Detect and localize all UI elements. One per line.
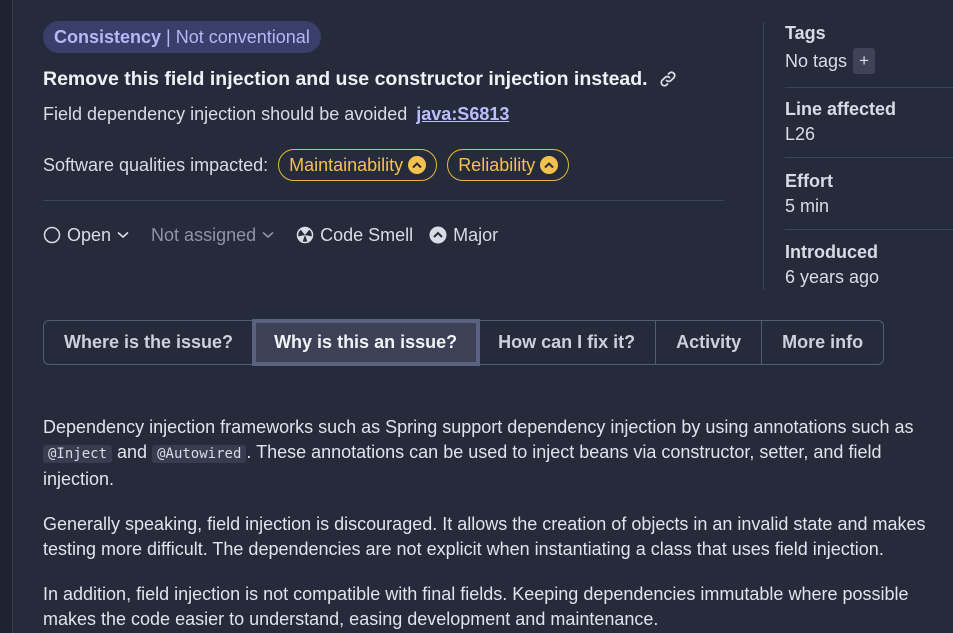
inline-code: @Inject bbox=[43, 445, 113, 463]
effort-value: 5 min bbox=[785, 196, 830, 216]
header-divider bbox=[43, 200, 724, 201]
introduced-heading: Introduced bbox=[785, 242, 878, 262]
line-affected-value: L26 bbox=[785, 124, 816, 144]
assignee-dropdown[interactable]: Not assigned bbox=[151, 225, 280, 246]
rule-description-content: Dependency injection frameworks such as … bbox=[43, 415, 953, 633]
severity-up-icon bbox=[408, 156, 427, 174]
sidebar-separator bbox=[763, 22, 764, 290]
tab-where-is-the-issue[interactable]: Where is the issue? bbox=[44, 321, 255, 364]
sidebar-divider bbox=[785, 229, 953, 230]
status-label: Open bbox=[67, 224, 112, 245]
software-qualities: Software qualities impacted: Maintainabi… bbox=[43, 149, 575, 181]
sidebar-divider bbox=[785, 157, 953, 158]
assignee-label: Not assigned bbox=[151, 224, 257, 245]
rule-text: Field dependency injection should be avo… bbox=[43, 104, 408, 124]
line-affected-heading: Line affected bbox=[785, 99, 897, 119]
quality-pill-maintainability[interactable]: Maintainability bbox=[278, 149, 438, 181]
introduced-section: Introduced 6 years ago bbox=[785, 242, 953, 288]
badge-category: Consistency bbox=[54, 26, 162, 47]
quality-label: Reliability bbox=[458, 154, 536, 175]
tags-value-text: No tags bbox=[785, 50, 848, 71]
chevron-down-icon bbox=[117, 231, 129, 239]
qualities-label: Software qualities impacted: bbox=[43, 154, 269, 175]
badge-separator: | bbox=[166, 26, 171, 47]
badge-attribute: Not conventional bbox=[175, 26, 310, 47]
severity-label: Major bbox=[453, 224, 499, 245]
introduced-value: 6 years ago bbox=[785, 267, 880, 287]
effort-heading: Effort bbox=[785, 171, 833, 191]
chevron-down-icon bbox=[262, 231, 274, 239]
open-status-icon bbox=[43, 226, 61, 244]
quality-pill-reliability[interactable]: Reliability bbox=[447, 149, 570, 181]
type-label: Code Smell bbox=[320, 224, 414, 245]
tab-how-can-i-fix-it[interactable]: How can I fix it? bbox=[478, 321, 657, 364]
issue-severity: Major bbox=[429, 225, 498, 246]
quality-label: Maintainability bbox=[289, 154, 404, 175]
issue-tabs: Where is the issue? Why is this an issue… bbox=[43, 319, 885, 366]
description-paragraph: In addition, field injection is not comp… bbox=[43, 584, 909, 629]
paragraph-text: and bbox=[117, 442, 148, 462]
issue-type: Code Smell bbox=[296, 225, 413, 246]
issue-meta-row: Open Not assigned Code Smell Major bbox=[43, 222, 514, 248]
status-dropdown[interactable]: Open bbox=[43, 225, 135, 246]
rule-description: Field dependency injection should be avo… bbox=[43, 104, 509, 125]
sidebar-divider bbox=[785, 87, 953, 88]
tags-heading: Tags bbox=[785, 23, 826, 43]
issue-title-text: Remove this field injection and use cons… bbox=[43, 67, 648, 90]
tab-more-info[interactable]: More info bbox=[762, 321, 883, 364]
clean-code-attribute-badge: Consistency | Not conventional bbox=[43, 21, 321, 53]
issue-title: Remove this field injection and use cons… bbox=[43, 66, 678, 92]
tab-why-is-this-an-issue[interactable]: Why is this an issue? bbox=[252, 319, 481, 366]
code-smell-icon bbox=[296, 226, 314, 244]
tags-section: Tags No tags + bbox=[785, 23, 953, 74]
permalink-icon[interactable] bbox=[658, 69, 678, 89]
description-paragraph: Generally speaking, field injection is d… bbox=[43, 514, 926, 559]
left-scroll-strip bbox=[0, 0, 13, 633]
paragraph-text: Dependency injection frameworks such as … bbox=[43, 417, 914, 437]
description-paragraph: Dependency injection frameworks such as … bbox=[43, 415, 953, 492]
tags-value: No tags + bbox=[785, 48, 953, 74]
severity-up-icon bbox=[540, 156, 559, 174]
major-severity-icon bbox=[429, 226, 447, 244]
line-affected-section: Line affected L26 bbox=[785, 99, 953, 145]
inline-code: @Autowired bbox=[152, 445, 247, 463]
tab-activity[interactable]: Activity bbox=[656, 321, 763, 364]
effort-section: Effort 5 min bbox=[785, 171, 953, 217]
rule-key-link[interactable]: java:S6813 bbox=[416, 104, 509, 124]
add-tag-button[interactable]: + bbox=[853, 48, 876, 74]
